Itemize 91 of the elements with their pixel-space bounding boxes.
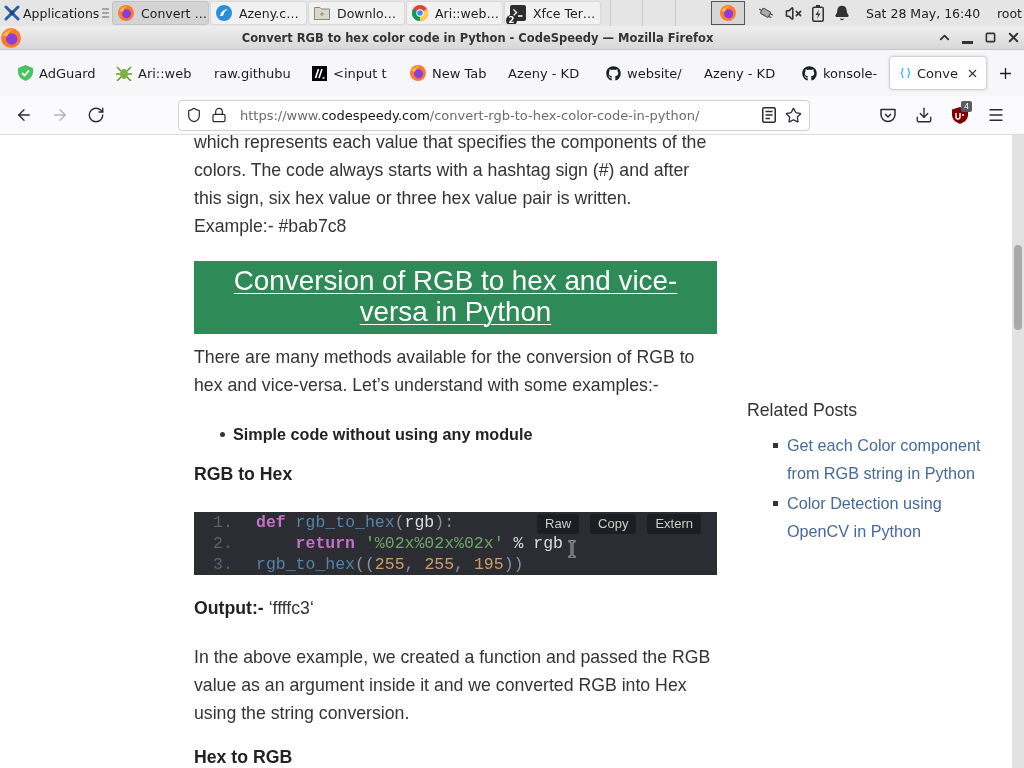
tab-label: raw.githubu: [214, 65, 292, 81]
folder-icon: [314, 5, 330, 21]
line-number: 1.: [213, 512, 234, 533]
line-number: 3.: [213, 554, 234, 575]
bullet-icon: [773, 501, 778, 506]
task-button[interactable]: Ari::web…: [406, 1, 503, 25]
scrollbar-thumb[interactable]: [1014, 245, 1022, 330]
ring-logo-icon: [412, 5, 428, 21]
task-button[interactable]: Azeny.c…: [210, 1, 307, 25]
cat-logo-icon: [606, 65, 621, 81]
tab-label: New Tab: [432, 65, 488, 81]
paragraph: There are many methods available for the conversion of RGB to hex and vice-versa. Let’s understand with some examples:-: [194, 346, 696, 397]
download-icon: [915, 106, 933, 124]
browser-logo-icon: [720, 5, 736, 21]
paragraph: which represents each value that specifies the components of the colors. The code always starts with a hashtag sign (#) and after this sign, six hex value or three hex value pair is written. Example:- #bab7c8: [194, 135, 708, 238]
square-logo-icon: [312, 65, 327, 81]
tab-label: website/: [627, 65, 683, 81]
pocket-icon: [880, 107, 896, 123]
browser-tab[interactable]: AdGuard: [7, 56, 105, 90]
line-number: 2.: [213, 533, 234, 554]
browser-logo-icon: [410, 65, 426, 81]
browser-tab[interactable]: Conve: [889, 56, 987, 90]
related-post-link[interactable]: Get each Color component from RGB string in Python: [787, 431, 987, 487]
user-name: root: [996, 5, 1023, 21]
code-line: def rgb_to_hex(rgb):: [256, 512, 455, 533]
bug-icon: [116, 65, 132, 81]
cat-logo-icon: [802, 65, 817, 81]
browser-logo-icon: [118, 5, 134, 21]
browser-tab[interactable]: Azeny - KD: [497, 56, 595, 90]
section-heading: Conversion of RGB to hex and vice-versa in Python: [194, 261, 717, 334]
subheading: RGB to Hex: [194, 465, 294, 483]
tab-label: Azeny - KD: [508, 65, 581, 81]
sidebar-title: Related Posts: [747, 399, 859, 422]
browser-tab[interactable]: Ari::web: [105, 56, 203, 90]
tab-label: Ari::web: [138, 65, 193, 81]
cross-logo-icon: [4, 5, 20, 21]
lock-icon[interactable]: [211, 107, 227, 123]
document-icon[interactable]: [762, 107, 776, 123]
window-count-badge: 2: [506, 15, 517, 24]
round-logo-icon: [216, 5, 232, 21]
code-line: rgb_to_hex((255, 255, 195)): [256, 554, 524, 575]
task-button[interactable]: 2 Xfce Ter…: [504, 1, 601, 25]
grip-icon: [102, 8, 110, 18]
maximize-icon: [984, 32, 996, 43]
subheading: Hex to RGB: [194, 748, 294, 766]
browser-logo-icon: [1, 27, 21, 48]
task-button[interactable]: Convert …: [112, 1, 209, 25]
shield-check-icon: [18, 65, 33, 81]
text-cursor-icon: [568, 540, 576, 558]
bullet-icon: [220, 431, 225, 437]
back-icon: [15, 106, 33, 124]
braces-icon: [900, 66, 912, 80]
browser-tab[interactable]: New Tab: [399, 56, 497, 90]
code-toolbar-button[interactable]: Extern: [647, 514, 701, 534]
forward-icon: [51, 106, 69, 124]
browser-tab[interactable]: Azeny - KD: [693, 56, 791, 90]
menu-icon: [987, 106, 1005, 124]
bullet-icon: [773, 443, 778, 448]
paragraph: In the above example, we created a function and passed the RGB value as an argument inside it and we converted RGB into Hex using the string conversion.: [194, 646, 712, 725]
browser-tab[interactable]: website/: [595, 56, 693, 90]
browser-tab[interactable]: raw.githubu: [203, 56, 301, 90]
browser-tab[interactable]: <input t: [301, 56, 399, 90]
applications-menu[interactable]: Applications: [2, 1, 112, 25]
extension-button[interactable]: 4: [944, 99, 976, 131]
extension-badge: 4: [961, 101, 972, 112]
shield-icon[interactable]: [186, 107, 202, 123]
minimize-icon: [961, 40, 973, 44]
terminal-icon: [510, 5, 526, 21]
related-post-link[interactable]: Color Detection using OpenCV in Python: [787, 489, 987, 545]
workspace-pager[interactable]: [711, 1, 745, 25]
tab-label: <input t: [333, 65, 388, 81]
volume-muted-icon[interactable]: [785, 4, 802, 22]
reload-icon: [87, 106, 105, 124]
browser-tab[interactable]: konsole-: [791, 56, 889, 90]
battery-charging-icon[interactable]: [812, 4, 824, 22]
tab-label: konsole-: [823, 65, 879, 81]
address-bar[interactable]: https://www.codespeedy.com/convert-rgb-to-hex-color-code-in-python/: [178, 99, 810, 131]
bell-icon[interactable]: [834, 5, 850, 21]
list-item-text: Simple code without using any module: [233, 424, 533, 445]
tab-label: AdGuard: [39, 65, 97, 81]
code-line: return '%02x%02x%02x' % rgb: [294, 533, 563, 554]
tab-label: Conve: [917, 65, 958, 81]
paragraph: Output:- ‘ffffc3‘: [194, 597, 315, 620]
url-text: https://www.codespeedy.com/convert-rgb-to-hex-color-code-in-python/: [240, 107, 701, 123]
window-title: Convert RGB to hex color code in Python - CodeSpeedy — Mozilla Firefox: [240, 30, 715, 45]
task-button[interactable]: Downlo…: [308, 1, 405, 25]
tab-label: Azeny - KD: [704, 65, 777, 81]
clock: Sat 28 May, 16:40: [866, 5, 981, 21]
code-toolbar-button[interactable]: Raw: [537, 514, 580, 534]
star-icon[interactable]: [785, 106, 802, 124]
code-toolbar-button[interactable]: Copy: [590, 514, 637, 534]
